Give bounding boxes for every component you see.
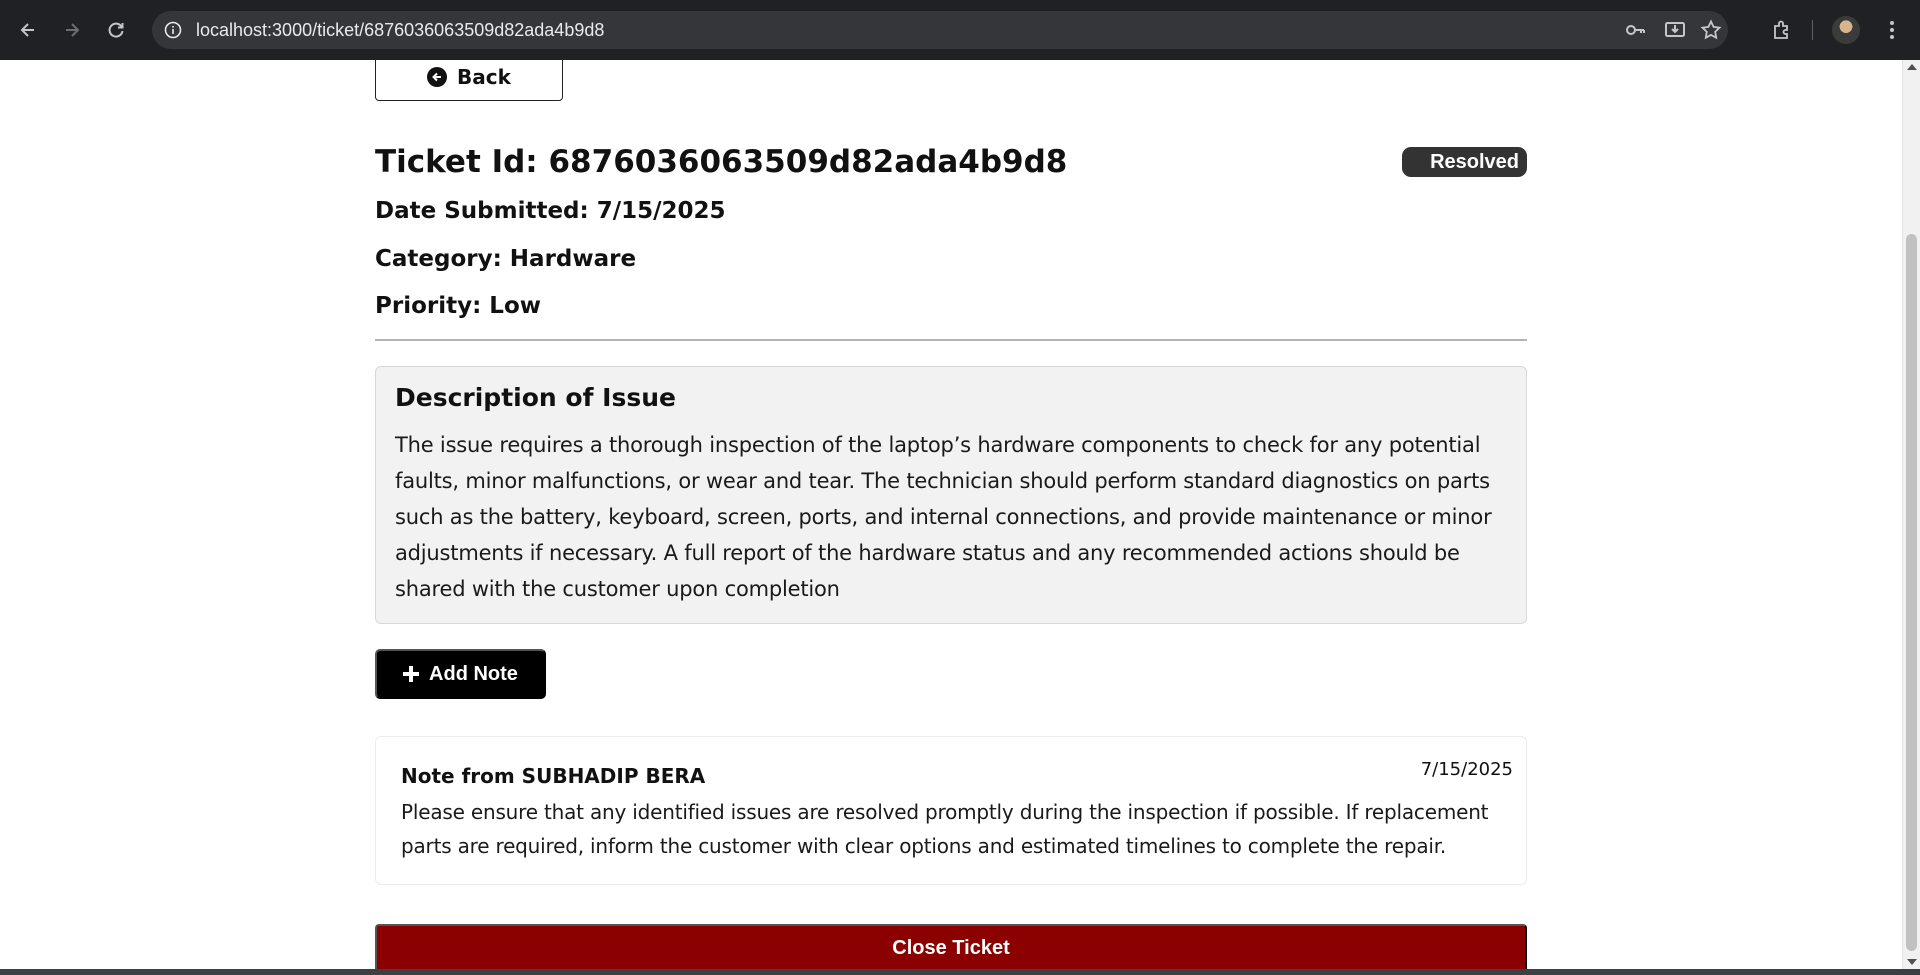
note-text: Please ensure that any identified issues…	[401, 800, 1489, 858]
priority: Priority: Low	[375, 293, 542, 319]
toolbar-separator	[1812, 20, 1813, 40]
description-panel: Description of Issue The issue requires …	[375, 366, 1527, 624]
add-note-label: Add Note	[429, 662, 518, 685]
bookmark-star-icon[interactable]	[1700, 19, 1722, 41]
date-submitted: Date Submitted: 7/15/2025	[375, 198, 726, 224]
url-text[interactable]: localhost:3000/ticket/6876036063509d82ad…	[196, 11, 604, 49]
scroll-down-arrow-icon[interactable]	[1907, 959, 1917, 965]
scrollbar-thumb[interactable]	[1906, 234, 1917, 951]
window-bottom-edge	[0, 969, 1920, 975]
note-author: Note from SUBHADIP BERA	[401, 764, 706, 788]
address-bar[interactable]: localhost:3000/ticket/6876036063509d82ad…	[152, 11, 1728, 49]
page-scrollbar[interactable]	[1902, 60, 1920, 969]
password-key-icon[interactable]	[1624, 19, 1646, 41]
install-app-icon[interactable]	[1664, 19, 1686, 41]
back-nav-icon[interactable]	[12, 14, 44, 46]
note-date: 7/15/2025	[1420, 759, 1513, 780]
page-viewport: Back Ticket Id: 6876036063509d82ada4b9d8…	[0, 60, 1902, 969]
profile-avatar[interactable]	[1832, 16, 1860, 44]
divider	[375, 339, 1527, 341]
back-button[interactable]: Back	[375, 60, 563, 101]
category: Category: Hardware	[375, 246, 637, 272]
site-info-icon[interactable]	[162, 19, 184, 41]
description-text: The issue requires a thorough inspection…	[395, 433, 1492, 601]
back-button-label: Back	[457, 64, 511, 89]
note-card: Note from SUBHADIP BERA 7/15/2025 Please…	[375, 736, 1527, 885]
menu-kebab-icon[interactable]	[1876, 14, 1908, 46]
browser-toolbar: localhost:3000/ticket/6876036063509d82ad…	[0, 0, 1920, 60]
forward-nav-icon[interactable]	[56, 14, 88, 46]
status-badge: Resolved	[1402, 147, 1527, 177]
scroll-up-arrow-icon[interactable]	[1907, 64, 1917, 70]
extensions-icon[interactable]	[1766, 14, 1798, 46]
plus-icon	[403, 666, 420, 682]
arrow-left-circle-icon	[427, 66, 448, 87]
reload-icon[interactable]	[100, 14, 132, 46]
close-ticket-button[interactable]: Close Ticket	[375, 924, 1527, 969]
description-title: Description of Issue	[395, 383, 676, 412]
add-note-button[interactable]: Add Note	[375, 649, 546, 699]
page-title: Ticket Id: 6876036063509d82ada4b9d8	[375, 144, 1068, 180]
